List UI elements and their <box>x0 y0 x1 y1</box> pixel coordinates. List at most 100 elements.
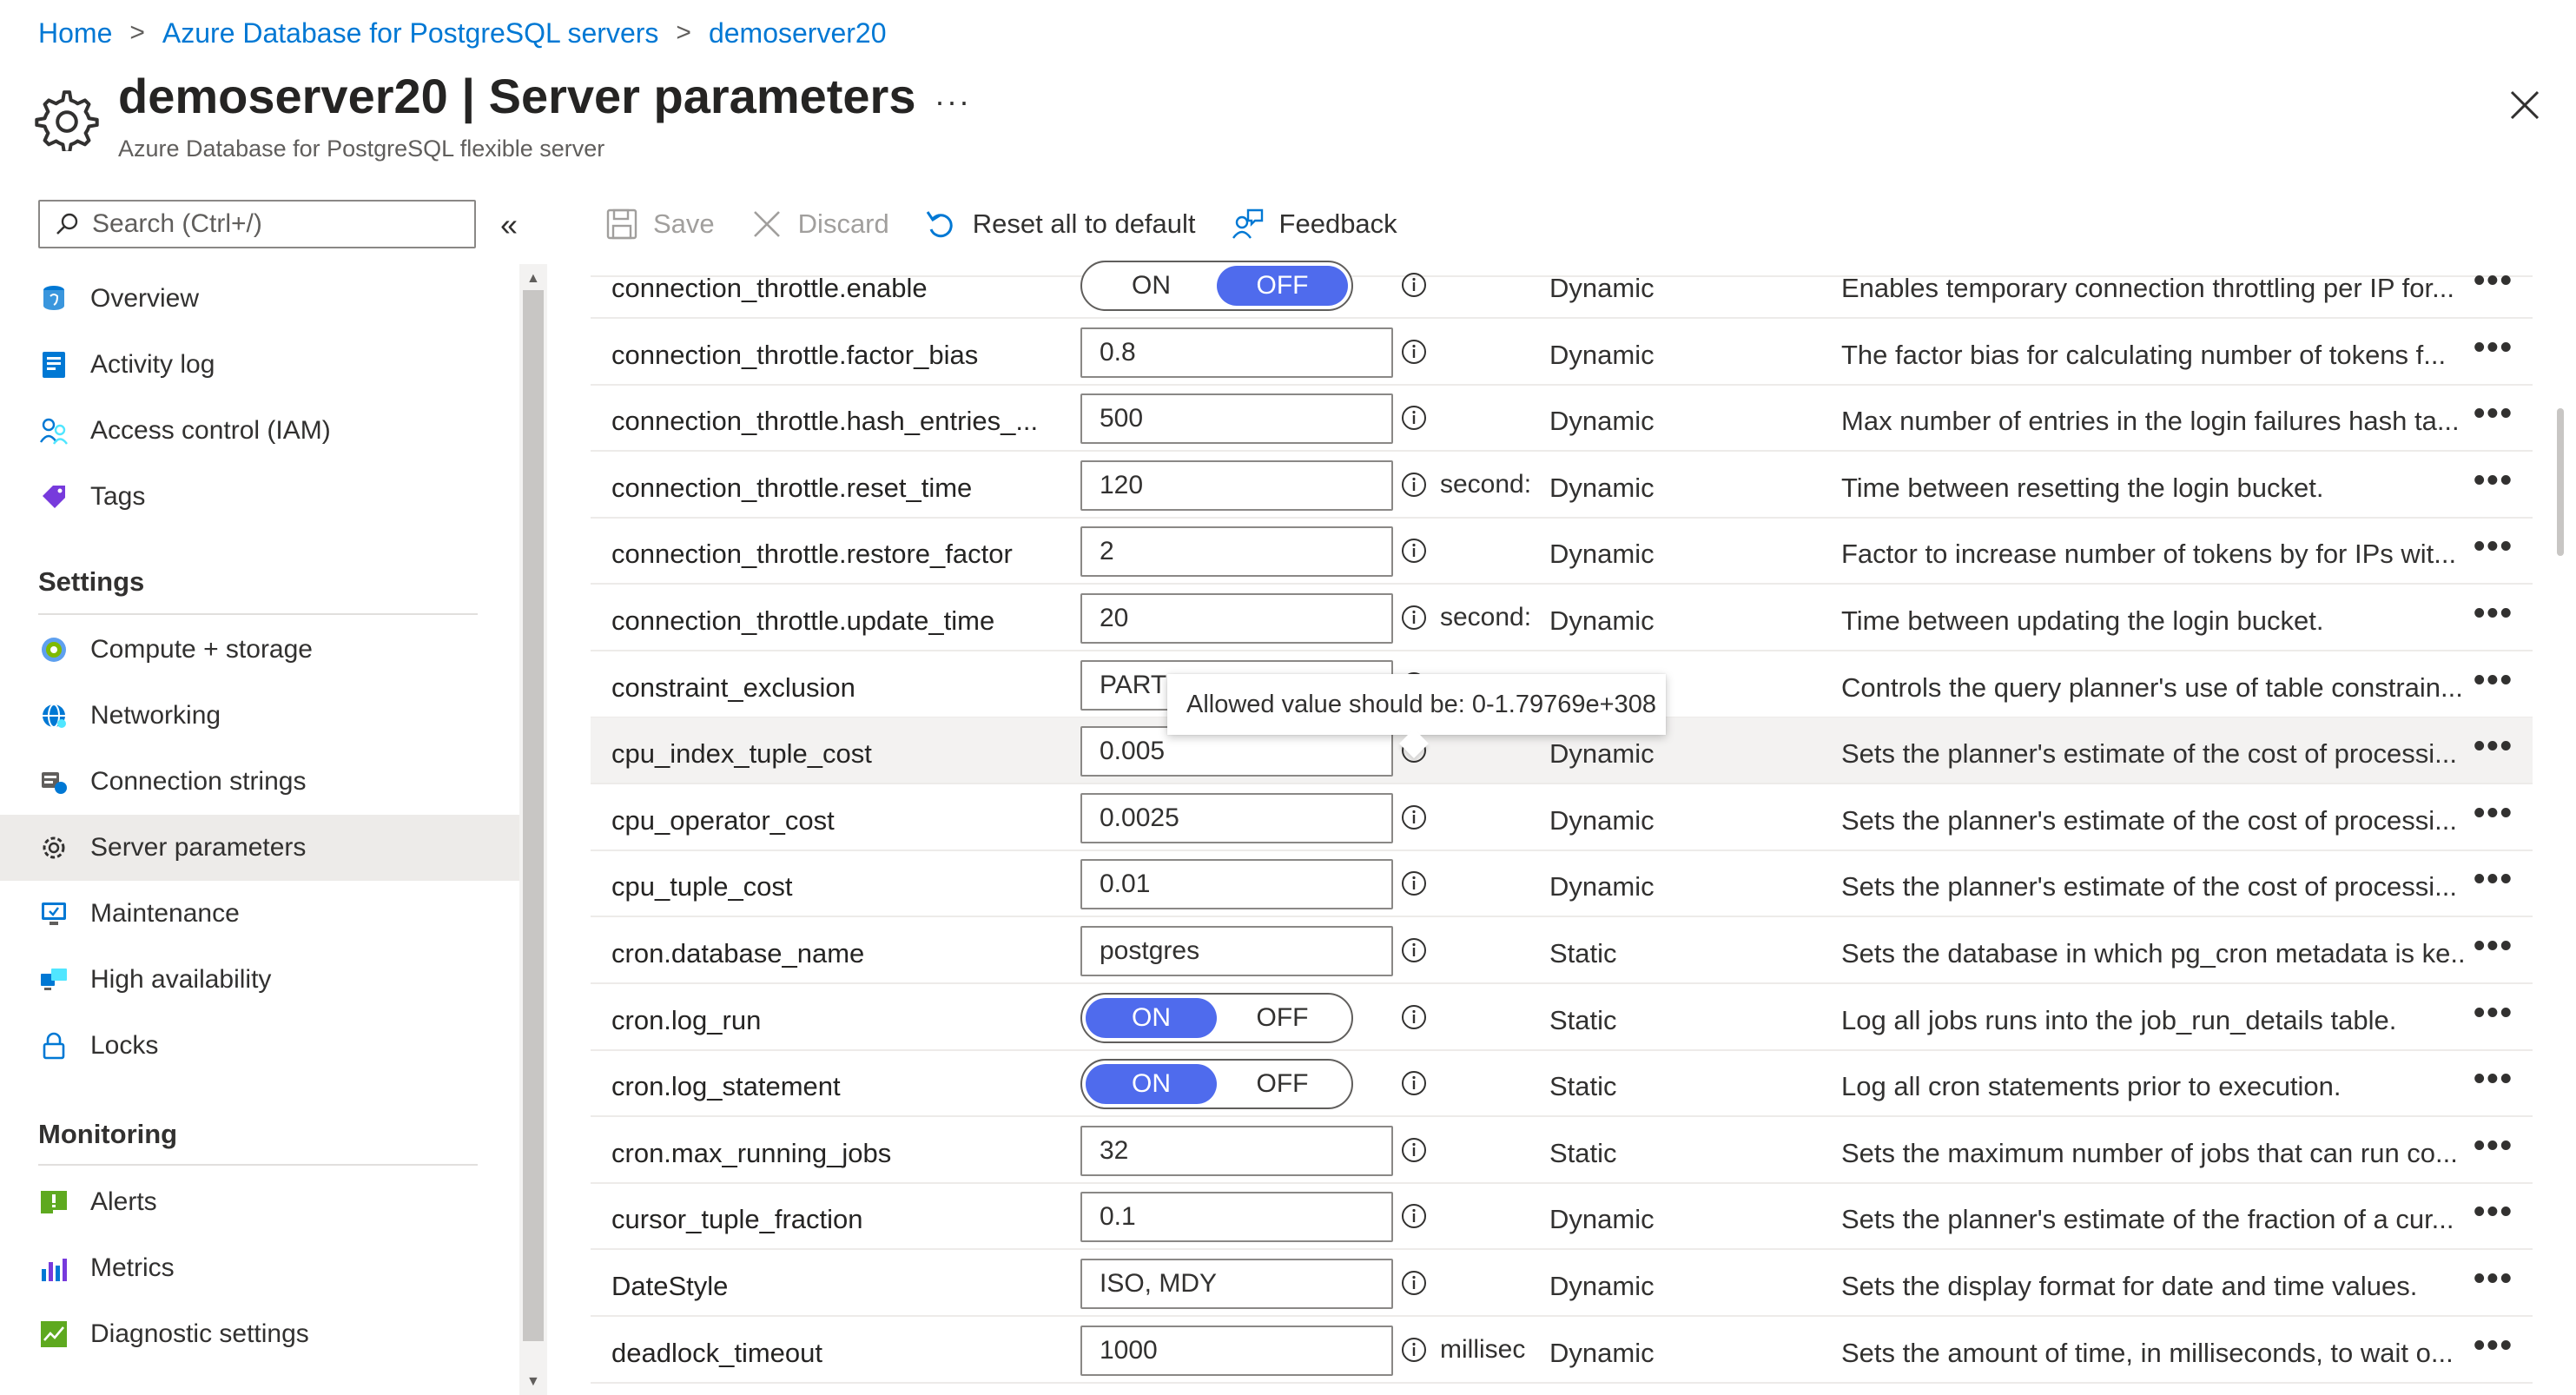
toggle-off[interactable]: OFF <box>1217 266 1348 306</box>
collapse-sidebar-button[interactable]: « <box>500 207 518 243</box>
row-more-options-button[interactable]: ••• <box>2474 651 2513 709</box>
row-more-options-button[interactable]: ••• <box>2474 319 2513 376</box>
parameter-value-input[interactable]: 2 <box>1080 526 1393 578</box>
parameter-value-input[interactable]: postgres <box>1080 926 1393 976</box>
table-row[interactable]: deadlock_timeout 1000 millisec Dynamic Sets … <box>591 1317 2533 1384</box>
toggle-on[interactable]: ON <box>1086 266 1217 306</box>
scroll-down-icon[interactable]: ▼ <box>526 1374 540 1390</box>
table-row[interactable]: connection_throttle.update_time 20 second:… <box>591 585 2533 651</box>
info-icon[interactable] <box>1400 936 1428 964</box>
info-icon[interactable] <box>1400 1336 1428 1364</box>
sidebar-item-access-control[interactable]: Access control (IAM) <box>0 398 521 464</box>
row-more-options-button[interactable]: ••• <box>2474 518 2513 575</box>
parameter-value-input[interactable]: 32 <box>1080 1125 1393 1176</box>
parameter-value-input[interactable]: 0.1 <box>1080 1192 1393 1243</box>
row-more-options-button[interactable]: ••• <box>2474 717 2513 775</box>
sidebar-item-metrics[interactable]: Metrics <box>0 1235 521 1301</box>
sidebar-item-high-availability[interactable]: High availability <box>0 947 521 1013</box>
parameter-value-input[interactable]: 120 <box>1080 459 1393 511</box>
page-scrollbar[interactable] <box>2557 408 2564 556</box>
parameter-value-input[interactable]: ISO, MDY <box>1080 1259 1393 1309</box>
info-icon[interactable] <box>1400 271 1428 299</box>
info-icon[interactable] <box>1400 869 1428 897</box>
row-more-options-button[interactable]: ••• <box>2474 452 2513 509</box>
parameter-value-input[interactable]: 0.01 <box>1080 859 1393 910</box>
table-row[interactable]: cpu_tuple_cost 0.01 Dynamic Sets the planne… <box>591 850 2533 918</box>
table-row[interactable]: connection_throttle.hash_entries_... 500 D… <box>591 385 2533 453</box>
scrollbar-thumb[interactable] <box>523 290 544 1341</box>
row-more-options-button[interactable]: ••• <box>2474 1183 2513 1240</box>
table-row[interactable]: connection_throttle.restore_factor 2 Dynam… <box>591 518 2533 585</box>
sidebar-item-networking[interactable]: Networking <box>0 683 521 749</box>
row-more-options-button[interactable]: ••• <box>2474 252 2513 309</box>
info-icon[interactable] <box>1400 1069 1428 1097</box>
sidebar-scrollbar[interactable]: ▲ ▼ <box>519 264 547 1395</box>
on-off-toggle[interactable]: ON OFF <box>1080 261 1353 311</box>
save-button[interactable]: Save <box>604 207 715 241</box>
row-more-options-button[interactable]: ••• <box>2474 385 2513 442</box>
sidebar-item-tags[interactable]: Tags <box>0 464 521 530</box>
scroll-up-icon[interactable]: ▲ <box>526 271 540 287</box>
more-options-button[interactable]: ··· <box>935 83 971 120</box>
discard-button[interactable]: Discard <box>750 207 889 241</box>
on-off-toggle[interactable]: ON OFF <box>1080 992 1353 1043</box>
toggle-on[interactable]: ON <box>1086 997 1217 1038</box>
info-icon[interactable] <box>1400 471 1428 499</box>
breadcrumb-home[interactable]: Home <box>38 17 112 50</box>
toggle-off[interactable]: OFF <box>1217 1064 1348 1104</box>
parameter-type: Dynamic <box>1549 1337 1655 1368</box>
sidebar-item-locks[interactable]: Locks <box>0 1013 521 1079</box>
table-row[interactable]: cron.max_running_jobs 32 Static Sets the ma… <box>591 1117 2533 1184</box>
sidebar-item-connection-strings[interactable]: Connection strings <box>0 749 521 815</box>
info-icon[interactable] <box>1400 1269 1428 1297</box>
close-icon[interactable] <box>2503 83 2546 127</box>
row-more-options-button[interactable]: ••• <box>2474 984 2513 1041</box>
table-row[interactable]: cron.database_name postgres Static Sets the… <box>591 917 2533 984</box>
table-row[interactable]: connection_throttle.enable ON OFF Dynamic En… <box>591 252 2533 319</box>
row-more-options-button[interactable]: ••• <box>2474 850 2513 908</box>
row-more-options-button[interactable]: ••• <box>2474 1117 2513 1174</box>
sidebar-item-activity-log[interactable]: Activity log <box>0 332 521 398</box>
toggle-off[interactable]: OFF <box>1217 998 1348 1038</box>
info-icon[interactable] <box>1400 1202 1428 1230</box>
parameter-value-input[interactable]: 1000 <box>1080 1325 1393 1376</box>
feedback-button[interactable]: Feedback <box>1231 207 1397 241</box>
row-more-options-button[interactable]: ••• <box>2474 585 2513 642</box>
search-input[interactable] <box>92 209 457 239</box>
row-more-options-button[interactable]: ••• <box>2474 1050 2513 1107</box>
sidebar-item-diagnostic-settings[interactable]: Diagnostic settings <box>0 1301 521 1367</box>
table-row[interactable]: cpu_operator_cost 0.0025 Dynamic Sets the p… <box>591 784 2533 851</box>
info-icon[interactable] <box>1400 1003 1428 1031</box>
parameter-value-input[interactable]: 0.0025 <box>1080 792 1393 843</box>
sidebar-item-overview[interactable]: Overview <box>0 266 521 332</box>
sidebar-item-compute-storage[interactable]: Compute + storage <box>0 617 521 683</box>
row-more-options-button[interactable]: ••• <box>2474 1250 2513 1307</box>
table-row[interactable]: DateStyle ISO, MDY Dynamic Sets the display… <box>591 1250 2533 1317</box>
info-icon[interactable] <box>1400 537 1428 565</box>
info-icon[interactable] <box>1400 404 1428 432</box>
toggle-on[interactable]: ON <box>1086 1064 1217 1105</box>
parameter-value-input[interactable]: 500 <box>1080 393 1393 445</box>
on-off-toggle[interactable]: ON OFF <box>1080 1059 1353 1110</box>
info-icon[interactable] <box>1400 338 1428 366</box>
table-row[interactable]: connection_throttle.factor_bias 0.8 Dynami… <box>591 319 2533 386</box>
row-more-options-button[interactable]: ••• <box>2474 1317 2513 1374</box>
table-row[interactable]: cron.log_statement ON OFF Static Log all cro… <box>591 1050 2533 1118</box>
divider <box>38 613 478 615</box>
table-row[interactable]: cron.log_run ON OFF Static Log all jobs runs… <box>591 984 2533 1051</box>
sidebar-item-alerts[interactable]: Alerts <box>0 1169 521 1235</box>
breadcrumb-server[interactable]: demoserver20 <box>709 17 887 50</box>
sidebar-item-server-parameters[interactable]: Server parameters <box>0 815 521 881</box>
row-more-options-button[interactable]: ••• <box>2474 784 2513 842</box>
info-icon[interactable] <box>1400 1136 1428 1164</box>
table-row[interactable]: connection_throttle.reset_time 120 second:… <box>591 452 2533 519</box>
parameter-value-input[interactable]: 20 <box>1080 593 1393 644</box>
reset-all-button[interactable]: Reset all to default <box>924 207 1196 241</box>
breadcrumb-postgres-servers[interactable]: Azure Database for PostgreSQL servers <box>162 17 659 50</box>
sidebar-item-maintenance[interactable]: Maintenance <box>0 881 521 947</box>
table-row[interactable]: cursor_tuple_fraction 0.1 Dynamic Sets the … <box>591 1183 2533 1251</box>
parameter-value-input[interactable]: 0.8 <box>1080 327 1393 378</box>
info-icon[interactable] <box>1400 604 1428 631</box>
info-icon[interactable] <box>1400 803 1428 831</box>
row-more-options-button[interactable]: ••• <box>2474 917 2513 975</box>
